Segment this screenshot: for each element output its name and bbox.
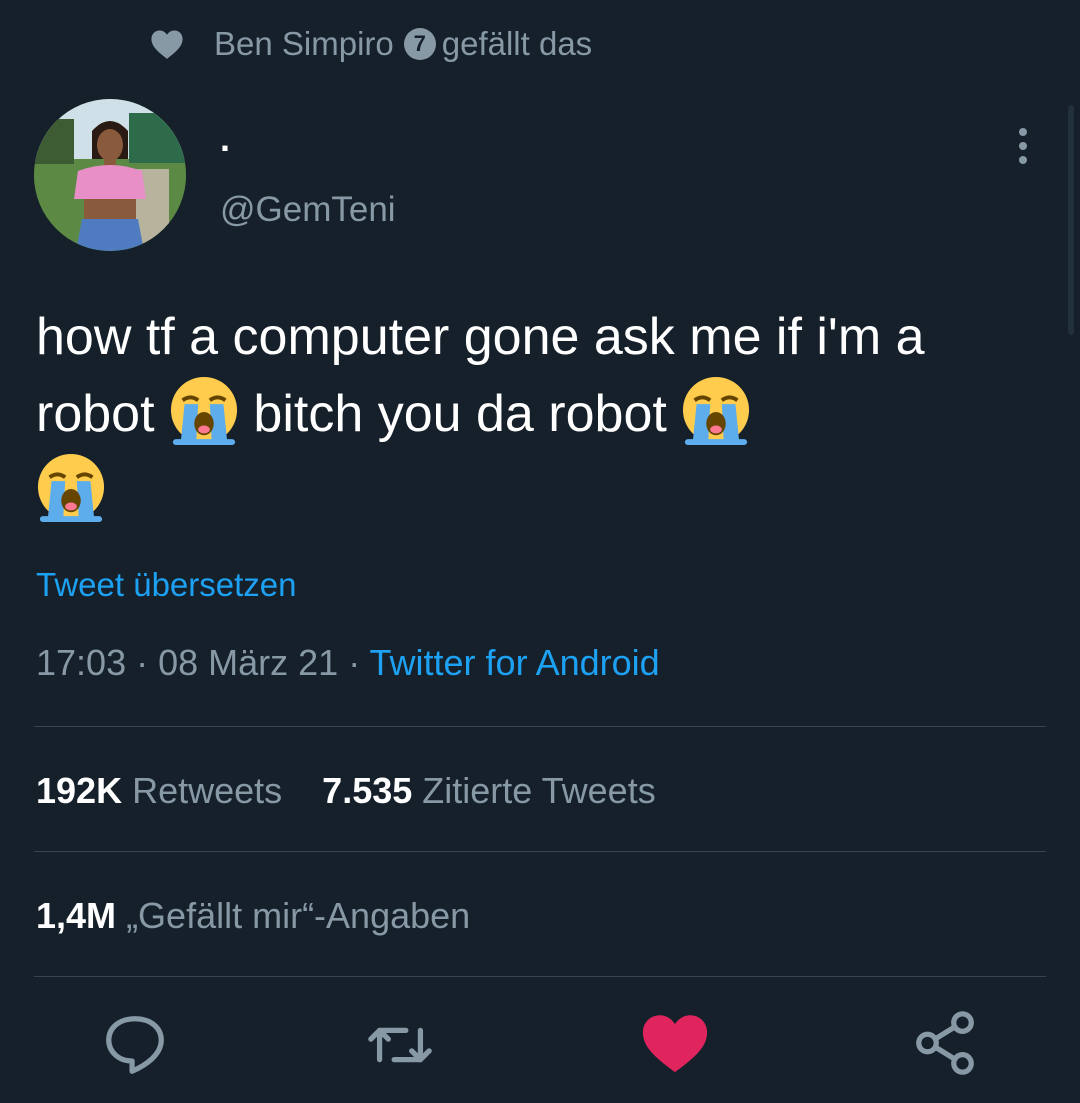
loudly-crying-face-icon xyxy=(683,376,750,445)
liker-name[interactable]: Ben Simpiro xyxy=(214,25,394,63)
divider xyxy=(34,726,1046,727)
count-badge: 7 xyxy=(403,28,436,60)
avatar[interactable] xyxy=(34,99,186,251)
translate-tweet-link[interactable]: Tweet übersetzen xyxy=(36,566,297,604)
tweet-text: how tf a computer gone ask me if i'm a r… xyxy=(36,300,1046,529)
liked-action-label: gefällt das xyxy=(441,25,593,62)
more-vertical-icon[interactable] xyxy=(1006,126,1040,166)
heart-icon xyxy=(151,30,183,59)
quotes-label: Zitierte Tweets xyxy=(422,770,656,811)
tweet-source-link[interactable]: Twitter for Android xyxy=(370,642,660,683)
tweet-text-part2: bitch you da robot xyxy=(238,385,682,443)
share-icon[interactable] xyxy=(910,1008,980,1078)
loudly-crying-face-icon xyxy=(170,376,238,445)
tweet-time: 17:03 xyxy=(36,642,127,683)
avatar-image xyxy=(34,99,186,251)
divider xyxy=(34,851,1046,852)
likes-label: „Gefällt mir“-Angaben xyxy=(126,895,471,936)
retweets-stat[interactable]: 192K Retweets xyxy=(36,770,282,811)
divider xyxy=(34,976,1046,977)
retweet-stats: 192K Retweets 7.535 Zitierte Tweets xyxy=(36,770,656,812)
tweet-date: 08 März 21 xyxy=(158,642,339,683)
meta-separator: · xyxy=(126,642,159,683)
tweet-meta: 17:03 · 08 März 21 · Twitter for Android xyxy=(36,642,660,684)
like-icon[interactable] xyxy=(640,1008,710,1078)
likes-stat[interactable]: 1,4M „Gefällt mir“-Angaben xyxy=(36,895,470,937)
meta-separator: · xyxy=(338,642,370,683)
retweets-label: Retweets xyxy=(132,770,283,811)
reply-icon[interactable] xyxy=(100,1010,170,1080)
quotes-count: 7.535 xyxy=(322,770,413,811)
scrollbar[interactable] xyxy=(1068,105,1074,335)
display-name[interactable]: . xyxy=(220,118,230,160)
social-context: Ben Simpiro 7 gefällt das xyxy=(150,22,592,66)
user-handle[interactable]: @GemTeni xyxy=(220,190,396,230)
quotes-stat[interactable]: 7.535 Zitierte Tweets xyxy=(322,770,656,811)
likes-count: 1,4M xyxy=(36,895,117,936)
loudly-crying-face-icon xyxy=(37,453,105,522)
retweets-count: 192K xyxy=(36,770,123,811)
retweet-icon[interactable] xyxy=(365,1010,435,1080)
